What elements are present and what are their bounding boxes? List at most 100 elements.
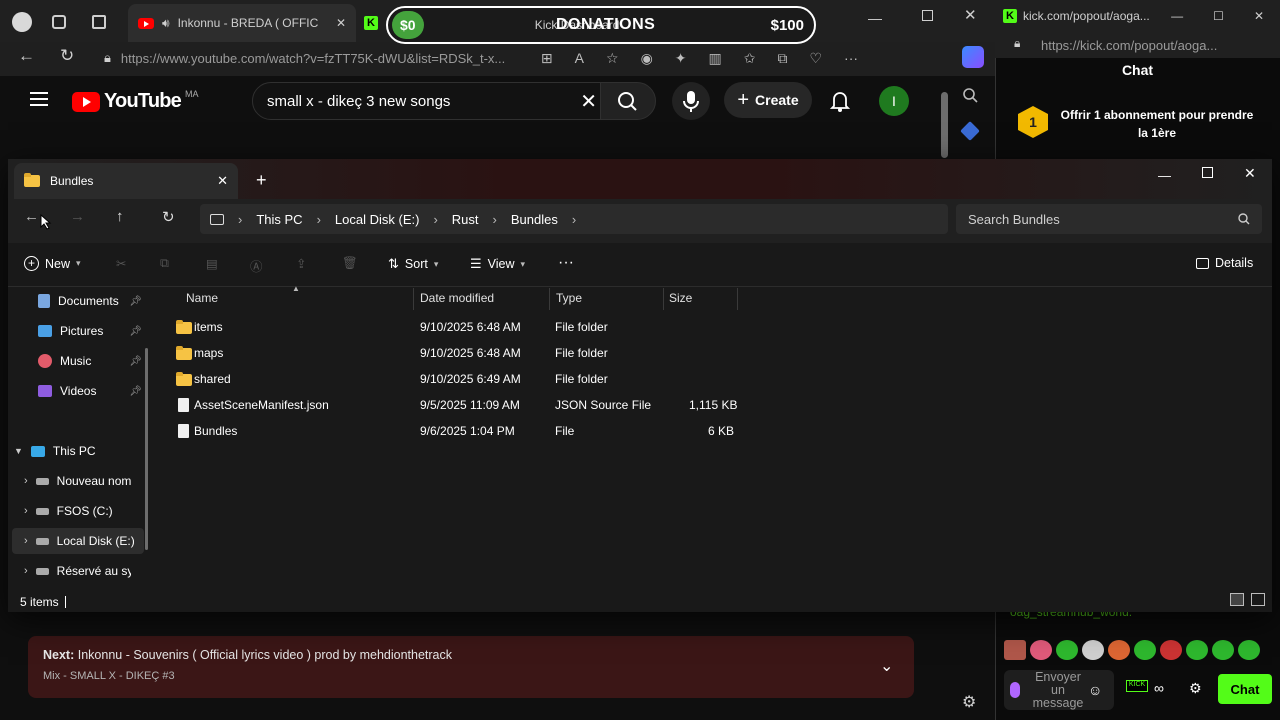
nav-item-drive[interactable]: › Nouveau nom [24,468,144,494]
extension-icon[interactable]: ◉ [641,50,653,67]
minimize-icon[interactable]: — [1158,168,1171,183]
more-icon[interactable]: ··· [844,50,858,67]
youtube-search-button[interactable] [600,82,656,120]
copy-icon[interactable]: ⧉ [160,256,169,271]
column-header-type[interactable]: Type [556,291,582,305]
speaker-icon[interactable]: 🔊︎ [162,16,170,31]
split-screen-icon[interactable]: ▥ [709,50,722,67]
nav-item-music[interactable]: Music 📌︎ [38,348,142,374]
close-tab-icon[interactable]: ✕ [336,16,346,30]
column-header-size[interactable]: Size [669,291,692,305]
chevron-down-icon[interactable]: ⌄ [880,656,893,676]
chevron-right-icon[interactable]: › [24,535,28,547]
nav-item-this-pc[interactable]: ▼ This PC [14,438,144,464]
pin-icon[interactable]: 📌︎ [129,296,142,307]
details-button[interactable]: Details [1196,256,1253,270]
emote-icon[interactable] [1134,640,1156,660]
emote-icon[interactable] [1212,640,1234,660]
tiles-view-icon[interactable] [1251,593,1265,606]
app-icon[interactable]: ⊞ [541,50,553,67]
maximize-icon[interactable] [1202,167,1213,178]
youtube-search-input[interactable]: small x - dikeç 3 new songs ✕ [252,82,612,120]
nav-item-pictures[interactable]: Pictures 📌︎ [38,318,142,344]
health-icon[interactable]: ♡ [809,50,822,67]
gift-sub-banner[interactable]: 1 Offrir 1 abonnement pour prendre la 1è… [1018,106,1258,142]
emote-icon[interactable] [1186,640,1208,660]
table-row[interactable]: AssetSceneManifest.json 9/5/2025 11:09 A… [170,392,740,418]
mic-icon[interactable] [1010,682,1020,698]
maximize-icon[interactable] [922,10,933,21]
chevron-right-icon[interactable]: › [24,565,28,577]
up-arrow-icon[interactable]: ↑ [116,208,124,225]
table-row[interactable]: shared 9/10/2025 6:49 AM File folder [170,366,740,392]
favorites-icon[interactable]: ✩ [744,50,756,67]
hamburger-menu-icon[interactable] [30,92,48,106]
youtube-logo[interactable]: YouTube MA [72,89,198,113]
breadcrumb[interactable]: › This PC › Local Disk (E:) › Rust › Bun… [200,204,948,234]
pin-icon[interactable]: 📌︎ [129,386,142,397]
breadcrumb-local-disk[interactable]: Local Disk (E:) [335,212,420,227]
kick-emote-icon[interactable]: KICK [1126,680,1148,692]
emote-icon[interactable] [1238,640,1260,660]
table-row[interactable]: items 9/10/2025 6:48 AM File folder [170,314,740,340]
nav-item-drive[interactable]: › Réservé au sys [24,558,144,584]
chevron-down-icon[interactable]: ▼ [14,446,23,456]
nav-item-drive[interactable]: › FSOS (C:) [24,498,144,524]
rename-icon[interactable]: Ⓐ [250,256,263,275]
search-icon[interactable] [963,88,979,104]
close-tab-icon[interactable]: ✕ [217,173,228,189]
breadcrumb-rust[interactable]: Rust [452,212,479,227]
details-view-icon[interactable] [1230,593,1244,606]
maximize-icon[interactable]: ☐ [1213,9,1224,23]
settings-gear-icon[interactable]: ⚙ [962,692,976,712]
clear-search-icon[interactable]: ✕ [580,89,597,114]
cut-icon[interactable]: ✂ [116,256,126,271]
explorer-tab[interactable]: Bundles ✕ [14,163,238,199]
sidebar-app-icon[interactable] [960,121,980,141]
sort-button[interactable]: ⇅ Sort ▾ [388,256,438,272]
emote-icon[interactable] [1004,640,1026,660]
monitor-icon[interactable] [210,213,224,225]
emote-icon[interactable] [1160,640,1182,660]
nav-scrollbar[interactable] [145,348,148,550]
read-aloud-icon[interactable]: A [575,50,584,67]
pin-icon[interactable]: 📌︎ [129,326,142,337]
nav-item-videos[interactable]: Videos 📌︎ [38,378,142,404]
kick-address-bar[interactable]: https://kick.com/popout/aoga... [995,32,1280,58]
more-options-icon[interactable]: ··· [558,254,574,272]
new-button[interactable]: + New ▾ [24,256,81,271]
tab-youtube[interactable]: 🔊︎ Inkonnu - BREDA ( OFFICIA ✕ [128,4,356,42]
lock-icon[interactable]: 🔒︎ [104,50,111,66]
favorite-star-icon[interactable]: ☆ [606,50,619,67]
voice-search-button[interactable] [672,82,710,120]
minimize-icon[interactable]: — [868,10,882,26]
refresh-icon[interactable]: ↻ [162,208,175,226]
pin-icon[interactable]: 📌︎ [129,356,142,367]
tab-actions-icon[interactable] [92,15,106,29]
forward-arrow-icon[interactable]: → [70,208,85,225]
breadcrumb-this-pc[interactable]: This PC [256,212,302,227]
collections-icon[interactable]: ⧉ [777,50,787,67]
minimize-icon[interactable]: — [1171,9,1183,23]
chevron-right-icon[interactable]: › [24,475,28,487]
profile-icon[interactable] [12,12,32,32]
workspaces-icon[interactable] [52,15,66,29]
share-icon[interactable]: ⇪ [296,256,306,271]
chevron-right-icon[interactable]: › [24,505,28,517]
send-chat-button[interactable]: Chat [1218,674,1272,704]
column-header-date[interactable]: Date modified [420,291,494,305]
youtube-scrollbar-thumb[interactable] [941,92,948,158]
copilot-icon[interactable] [962,46,984,68]
new-tab-plus-icon[interactable]: + [256,170,267,191]
puzzle-icon[interactable]: ✦ [675,50,687,67]
nav-item-drive-selected[interactable]: › Local Disk (E:) [12,528,144,554]
avatar[interactable]: I [879,86,909,116]
nav-item-documents[interactable]: Documents 📌︎ [38,288,142,314]
gear-icon[interactable]: ⚙ [1189,680,1202,697]
address-bar[interactable]: 🔒︎ https://www.youtube.com/watch?v=fzTT7… [104,46,984,70]
emote-icon[interactable] [1082,640,1104,660]
view-button[interactable]: ☰ View ▾ [470,256,525,272]
emote-icon[interactable] [1030,640,1052,660]
back-icon[interactable]: ← [18,46,35,66]
create-button[interactable]: + Create [724,82,812,118]
